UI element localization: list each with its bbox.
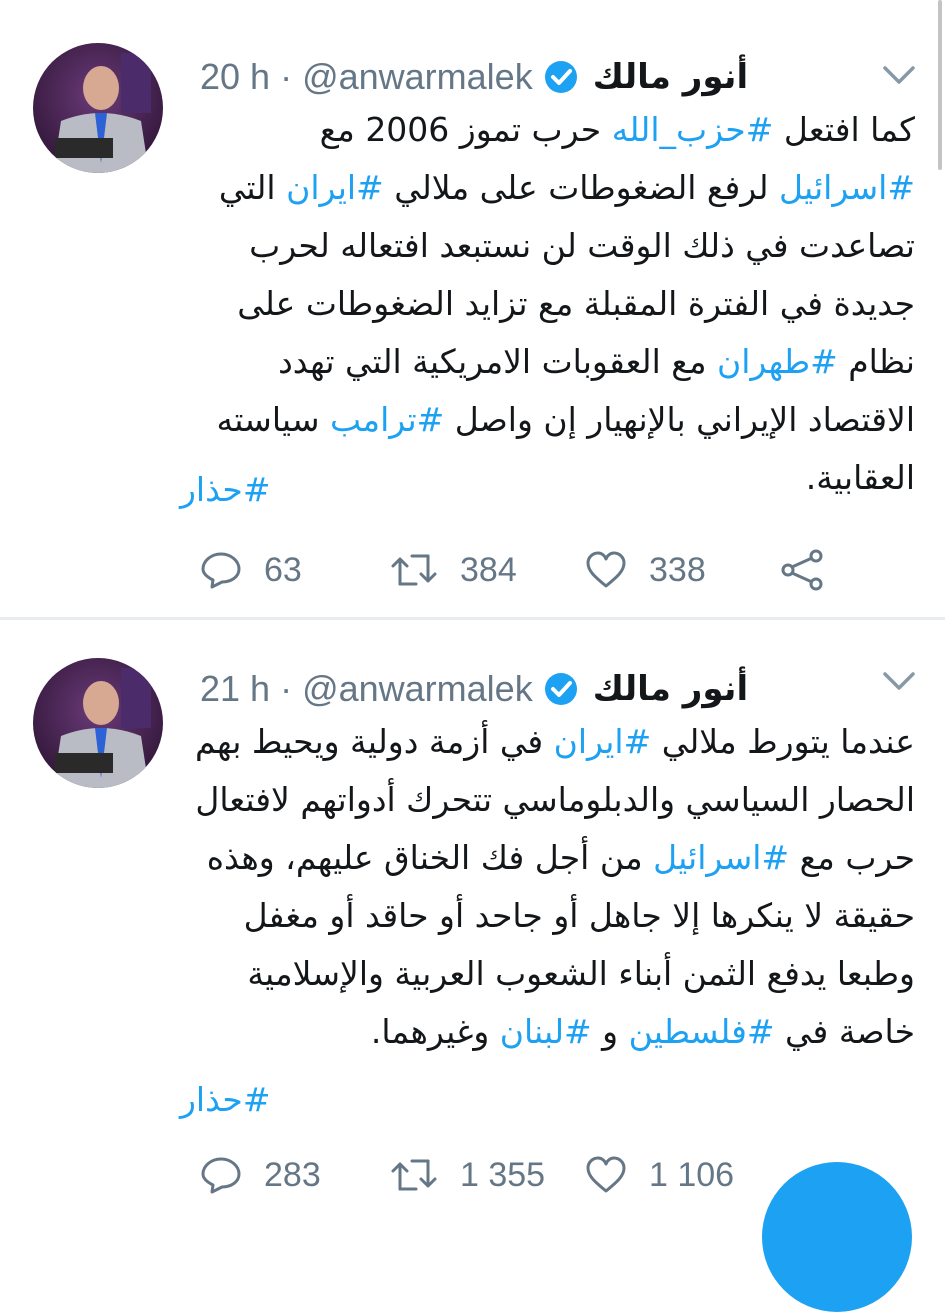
- author-name[interactable]: أنور مالك: [593, 57, 748, 97]
- tweet-text-segment: وغيرهما.: [370, 1012, 500, 1051]
- reply-icon: [201, 552, 241, 589]
- tweet-header: أنور مالك @anwarmalek · 20 h: [200, 52, 850, 102]
- avatar[interactable]: [33, 43, 163, 173]
- timestamp[interactable]: 21 h: [200, 668, 270, 710]
- retweet-icon: [391, 554, 437, 586]
- share-icon: [781, 549, 823, 591]
- verified-badge-icon: [544, 61, 577, 93]
- tweet[interactable]: أنور مالك @anwarmalek · 20 h كما افتعل #…: [0, 0, 945, 617]
- tweet-header: أنور مالك @anwarmalek · 21 h: [200, 664, 850, 714]
- hashtag-link[interactable]: #حزب_الله: [612, 110, 774, 149]
- heart-icon: [586, 551, 626, 588]
- hashtag-link[interactable]: #اسرائيل: [653, 838, 789, 877]
- reply-button[interactable]: 63: [200, 551, 302, 590]
- tweet-text: عندما يتورط ملالي #ايران في أزمة دولية و…: [180, 713, 915, 1061]
- scrollbar-thumb[interactable]: [938, 0, 942, 170]
- compose-fab[interactable]: [762, 1162, 912, 1312]
- tweet-text-segment: و: [591, 1012, 629, 1051]
- tweet-text-segment: لرفع الضغوطات على ملالي: [383, 168, 780, 207]
- like-button[interactable]: 1 106: [585, 1156, 734, 1195]
- reply-icon: [201, 1157, 241, 1194]
- chevron-down-icon[interactable]: [879, 668, 919, 694]
- reply-button[interactable]: 283: [200, 1156, 321, 1195]
- chevron-down-icon[interactable]: [879, 62, 919, 88]
- separator-dot: ·: [280, 56, 293, 97]
- retweet-count: 1 355: [460, 1155, 546, 1194]
- hashtag-link[interactable]: #حذار: [180, 1080, 915, 1119]
- reply-count: 63: [264, 550, 302, 589]
- like-count: 1 106: [649, 1155, 735, 1194]
- author-handle[interactable]: @anwarmalek: [302, 56, 533, 98]
- hashtag-link[interactable]: #ترامب: [330, 400, 444, 439]
- verified-badge-icon: [544, 673, 577, 705]
- scrollbar[interactable]: [933, 0, 945, 175]
- hashtag-link[interactable]: #لبنان: [500, 1012, 592, 1051]
- share-button[interactable]: [780, 549, 846, 591]
- retweet-count: 384: [460, 550, 517, 589]
- tweet-text-segment: عندما يتورط ملالي: [651, 722, 915, 761]
- retweet-button[interactable]: 384: [390, 551, 517, 590]
- like-button[interactable]: 338: [585, 551, 706, 590]
- author-name[interactable]: أنور مالك: [593, 669, 748, 709]
- separator-dot: ·: [280, 668, 293, 709]
- author-handle[interactable]: @anwarmalek: [302, 668, 533, 710]
- hashtag-link[interactable]: #اسرائيل: [779, 168, 915, 207]
- avatar[interactable]: [33, 658, 163, 788]
- heart-icon: [586, 1156, 626, 1193]
- hashtag-link[interactable]: #فلسطين: [629, 1012, 775, 1051]
- tweet[interactable]: أنور مالك @anwarmalek · 21 h عندما يتورط…: [0, 620, 945, 1200]
- tweet-text-segment: حرب تموز 2006 مع: [319, 110, 612, 149]
- tweet-text-segment: كما افتعل: [773, 110, 915, 149]
- reply-count: 283: [264, 1155, 321, 1194]
- action-bar: 283 1 355 1 106: [200, 1150, 840, 1200]
- retweet-icon: [391, 1159, 437, 1191]
- action-bar: 63 384 338: [200, 545, 840, 595]
- tweet-text: كما افتعل #حزب_الله حرب تموز 2006 مع #اس…: [180, 101, 915, 507]
- hashtag-link[interactable]: #ايران: [286, 168, 384, 207]
- timestamp[interactable]: 20 h: [200, 56, 270, 98]
- hashtag-link[interactable]: #ايران: [554, 722, 652, 761]
- retweet-button[interactable]: 1 355: [390, 1156, 545, 1195]
- hashtag-link[interactable]: #حذار: [180, 470, 915, 509]
- like-count: 338: [649, 550, 706, 589]
- hashtag-link[interactable]: #طهران: [717, 342, 838, 381]
